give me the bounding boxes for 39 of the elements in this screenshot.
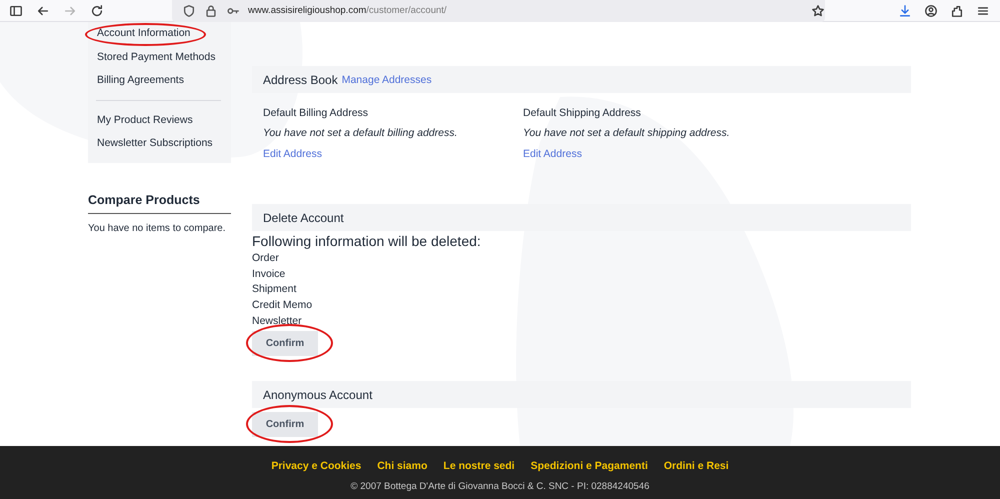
footer-link[interactable]: Spedizioni e Pagamenti [530,460,648,472]
deletion-intro: Following information will be deleted: [252,232,482,251]
section-title: Delete Account [263,210,344,224]
shield-icon[interactable] [182,4,196,18]
edit-address-link[interactable]: Edit Address [523,148,582,160]
sidebar-link[interactable]: Stored Payment Methods [88,46,231,69]
compare-products-heading: Compare Products [88,192,231,214]
section-title: Address Book [263,72,338,86]
address-note: You have not set a default billing address. [263,126,458,141]
sidebar-link[interactable]: Billing Agreements [88,69,231,92]
manage-addresses-link[interactable]: Manage Addresses [342,74,432,86]
confirm-button[interactable]: Confirm [252,331,318,356]
deleted-item: Newsletter [252,314,303,329]
footer-link[interactable]: Ordini e Resi [664,460,729,472]
compare-empty-text: You have no items to compare. [88,222,226,234]
star-icon[interactable] [811,4,825,18]
reload-icon[interactable] [90,4,104,18]
edit-address-link[interactable]: Edit Address [263,148,322,160]
section-title: Anonymous Account [263,388,372,402]
extensions-icon[interactable] [950,4,964,18]
sidebar-link[interactable]: Account Information [88,22,231,46]
deleted-item: Shipment [252,282,298,298]
sidebar-toggle-icon[interactable] [9,4,23,18]
address-note: You have not set a default shipping address. [523,126,731,141]
sidebar-link[interactable]: My Product Reviews [88,108,231,132]
confirm-button[interactable]: Confirm [252,412,318,438]
address-heading: Default Billing Address [263,106,370,121]
sidebar-link[interactable]: Newsletter Subscriptions [88,132,231,156]
footer-link[interactable]: Chi siamo [377,460,428,472]
copyright-text: © 2007 Bottega D'Arte di Giovanna Bocci & C. SNC - PI: 02884240546 [350,481,650,492]
download-icon[interactable] [898,4,912,18]
address-heading: Default Shipping Address [523,106,642,121]
deleted-item: Credit Memo [252,298,314,314]
footer-link[interactable]: Privacy e Cookies [271,460,362,472]
footer-link[interactable]: Le nostre sedi [443,460,515,472]
deleted-item: Order [252,251,280,266]
deleted-item: Invoice [252,266,286,282]
lock-icon[interactable] [204,4,218,18]
account-icon[interactable] [924,4,938,18]
